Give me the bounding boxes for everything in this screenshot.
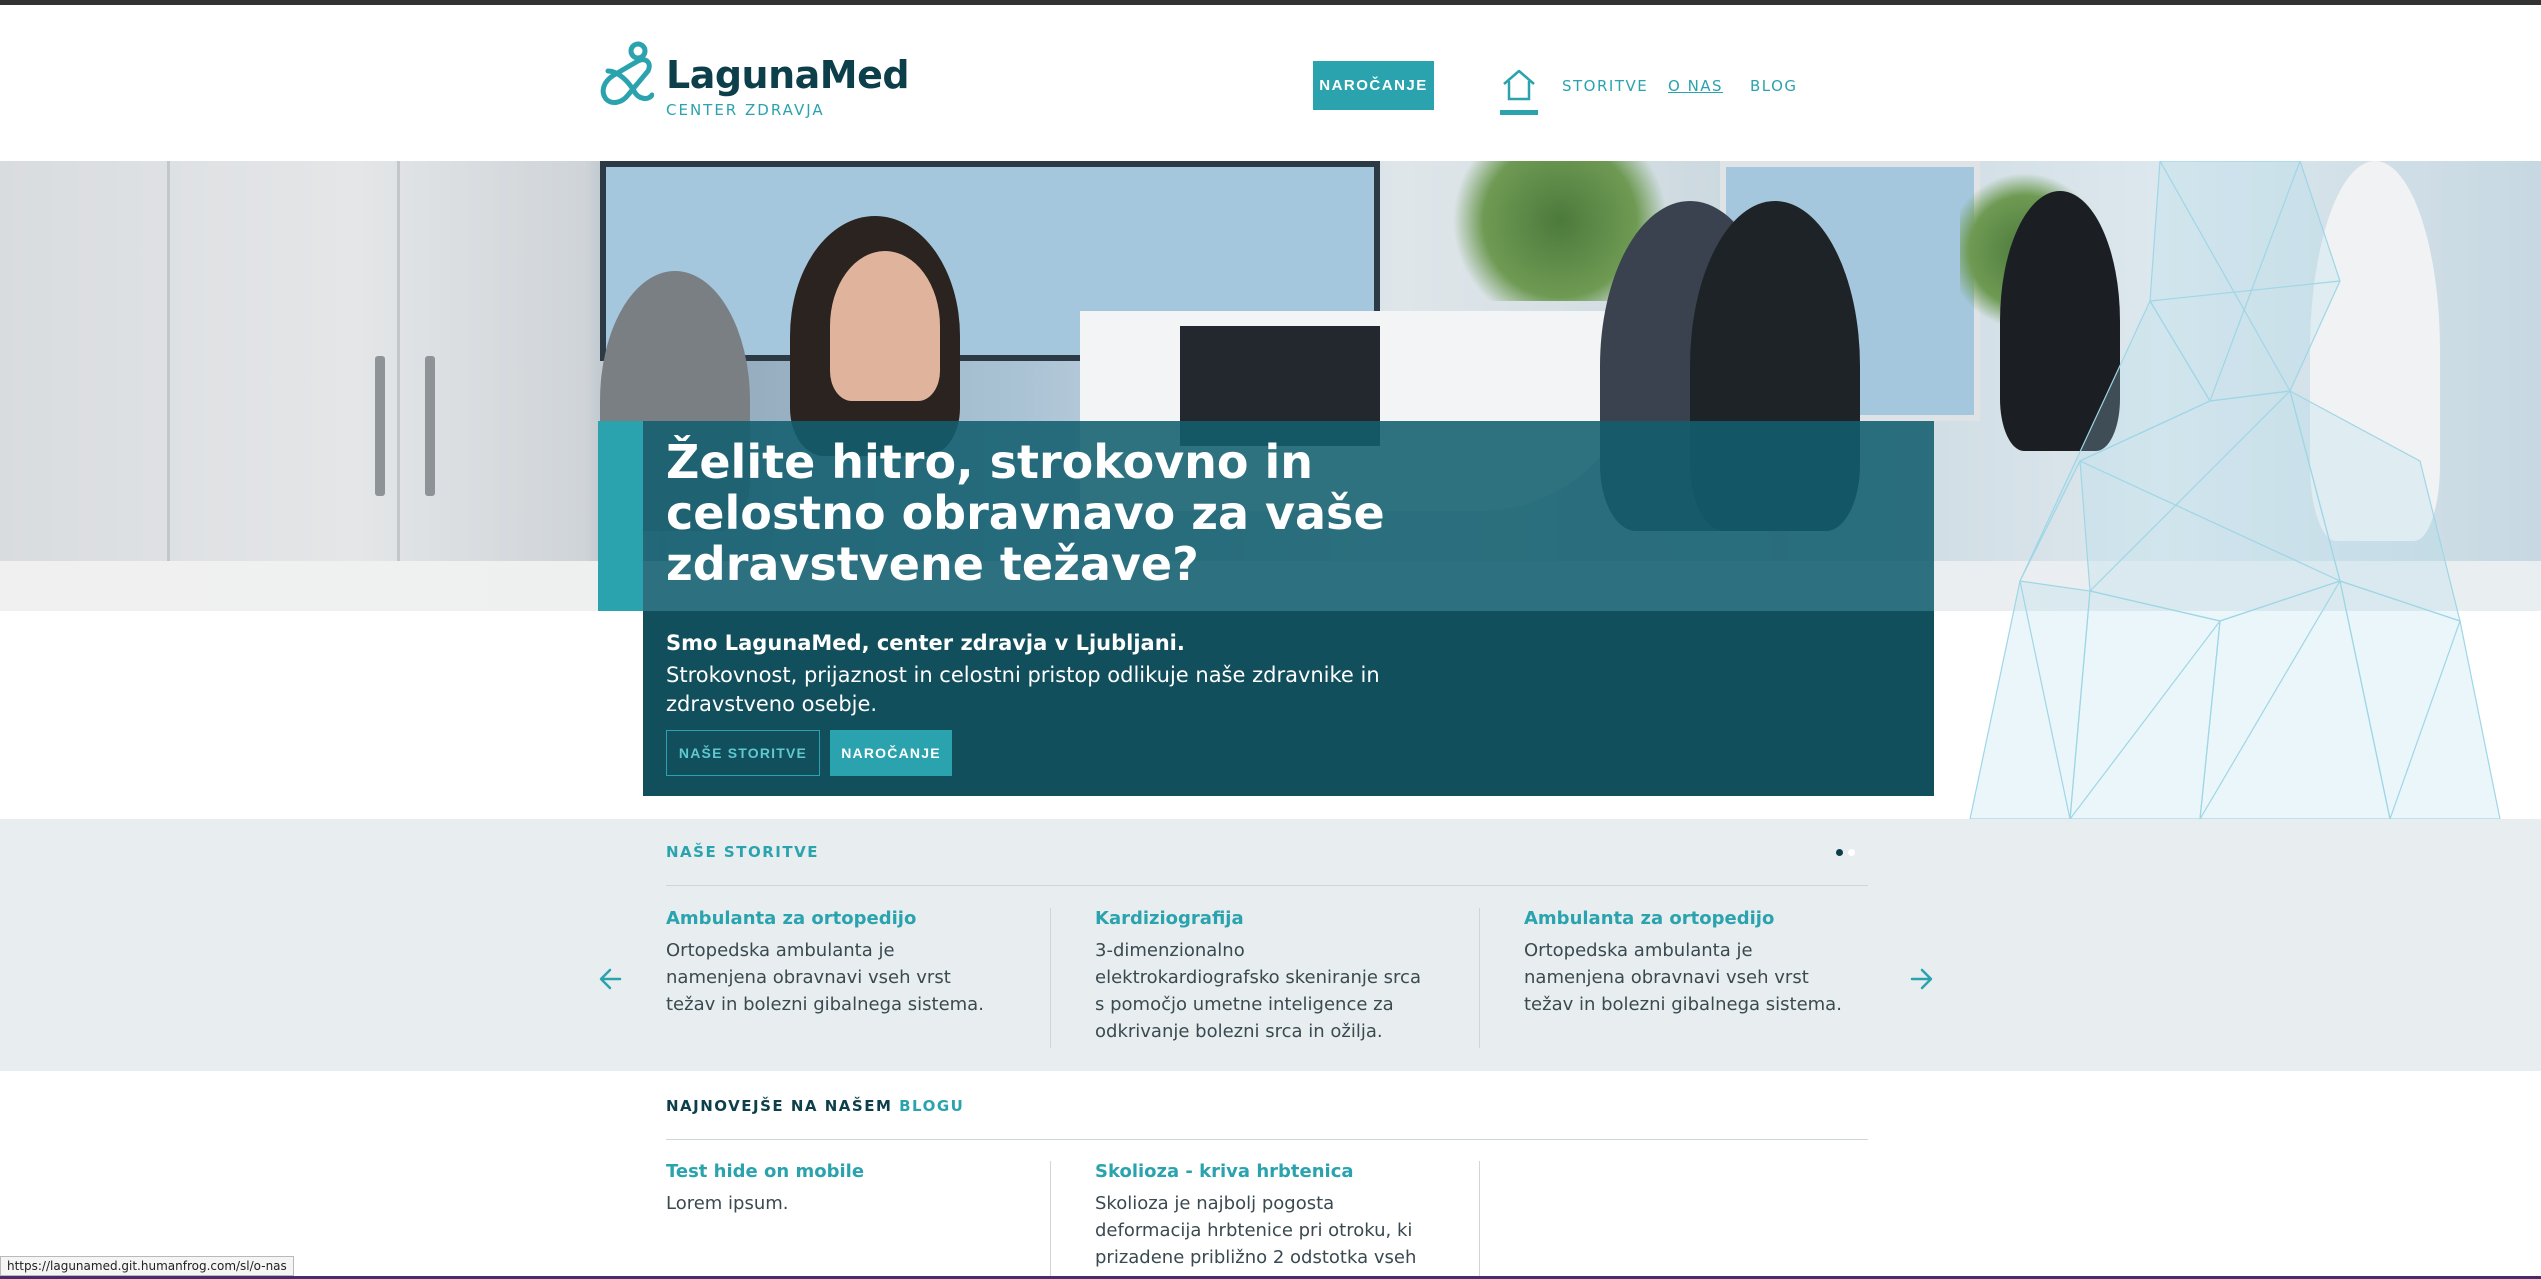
our-services-button[interactable]: NAŠE STORITVE [666, 730, 820, 776]
blog-post-card[interactable]: Skolioza - kriva hrbtenica Skolioza je n… [1095, 1161, 1425, 1279]
column-divider [1479, 1161, 1480, 1279]
hero-intro-box: Smo LagunaMed, center zdravja v Ljubljan… [643, 611, 1934, 796]
logo-name: LagunaMed [666, 53, 910, 97]
service-card-text: Ortopedska ambulanta je namenjena obravn… [666, 940, 984, 1015]
blog-title-accent[interactable]: BLOGU [899, 1097, 964, 1115]
carousel-dot[interactable] [1848, 849, 1855, 856]
blog-title: NAJNOVEJŠE NA NAŠEM BLOGU [666, 1097, 964, 1115]
service-card-title[interactable]: Kardiziografija [1095, 908, 1425, 929]
service-card-text: 3-dimenzionalno elektrokardiografsko ske… [1095, 940, 1421, 1042]
blog-post-title[interactable]: Skolioza - kriva hrbtenica [1095, 1161, 1425, 1182]
arrow-right-icon [1910, 968, 1933, 990]
hero-text: Strokovnost, prijaznost in celostni pris… [666, 663, 1380, 716]
site-logo[interactable]: LagunaMed CENTER ZDRAVJA [598, 39, 910, 129]
blog-section: NAJNOVEJŠE NA NAŠEM BLOGU Test hide on m… [0, 1071, 2541, 1279]
carousel-dot-active[interactable] [1836, 849, 1843, 856]
browser-status-url: https://lagunamed.git.humanfrog.com/sl/o… [0, 1256, 294, 1276]
blog-post-title[interactable]: Test hide on mobile [666, 1161, 996, 1182]
photo-handle [375, 356, 385, 496]
hero-headline-box: Želite hitro, strokovno in celostno obra… [598, 421, 1934, 611]
nav-home-active-indicator [1500, 110, 1538, 115]
column-divider [1479, 908, 1480, 1048]
blog-divider [666, 1139, 1868, 1140]
nav-booking-button[interactable]: NAROČANJE [1313, 61, 1434, 110]
logo-subtitle: CENTER ZDRAVJA [666, 101, 825, 119]
services-divider [666, 885, 1868, 886]
carousel-next[interactable] [1906, 964, 1936, 994]
service-card-text: Ortopedska ambulanta je namenjena obravn… [1524, 940, 1842, 1015]
column-divider [1050, 908, 1051, 1048]
nav-storitve[interactable]: STORITVE [1562, 77, 1648, 95]
photo-cabinet [170, 161, 400, 611]
service-card[interactable]: Kardiziografija 3-dimenzionalno elektrok… [1095, 908, 1425, 1045]
service-card[interactable]: Ambulanta za ortopedijo Ortopedska ambul… [1524, 908, 1854, 1018]
blog-post-text: Lorem ipsum. [666, 1193, 789, 1214]
service-card-title[interactable]: Ambulanta za ortopedijo [666, 908, 996, 929]
home-icon [1503, 69, 1535, 101]
site-header: LagunaMed CENTER ZDRAVJA STORITVE O NAS … [0, 5, 2541, 161]
service-card-title[interactable]: Ambulanta za ortopedijo [1524, 908, 1854, 929]
hero-accent-bar [598, 421, 643, 611]
nav-blog[interactable]: BLOG [1750, 77, 1798, 95]
carousel-dots [1836, 849, 1856, 857]
blog-post-card[interactable]: Test hide on mobile Lorem ipsum. [666, 1161, 996, 1217]
hero-booking-button[interactable]: NAROČANJE [830, 730, 952, 776]
blog-post-text: Skolioza je najbolj pogosta deformacija … [1095, 1193, 1417, 1279]
hero-title: Želite hitro, strokovno in celostno obra… [666, 435, 1385, 591]
lagunamed-logo-icon [600, 41, 654, 105]
carousel-prev[interactable] [596, 964, 626, 994]
hero-section: Želite hitro, strokovno in celostno obra… [0, 161, 2541, 819]
nav-o-nas[interactable]: O NAS [1668, 77, 1723, 95]
arrow-left-icon [599, 968, 622, 990]
column-divider [1050, 1161, 1051, 1279]
blog-title-prefix: NAJNOVEJŠE NA NAŠEM [666, 1097, 893, 1115]
photo-receptionist-face [830, 251, 940, 401]
hero-lead: Smo LagunaMed, center zdravja v Ljubljan… [666, 631, 1185, 655]
services-section: NAŠE STORITVE Ambulanta za ortopedijo Or… [0, 819, 2541, 1071]
photo-cabinet [0, 161, 170, 611]
body-mesh-graphic [1969, 161, 2501, 819]
photo-handle [425, 356, 435, 496]
service-card[interactable]: Ambulanta za ortopedijo Ortopedska ambul… [666, 908, 996, 1018]
services-title: NAŠE STORITVE [666, 843, 819, 861]
